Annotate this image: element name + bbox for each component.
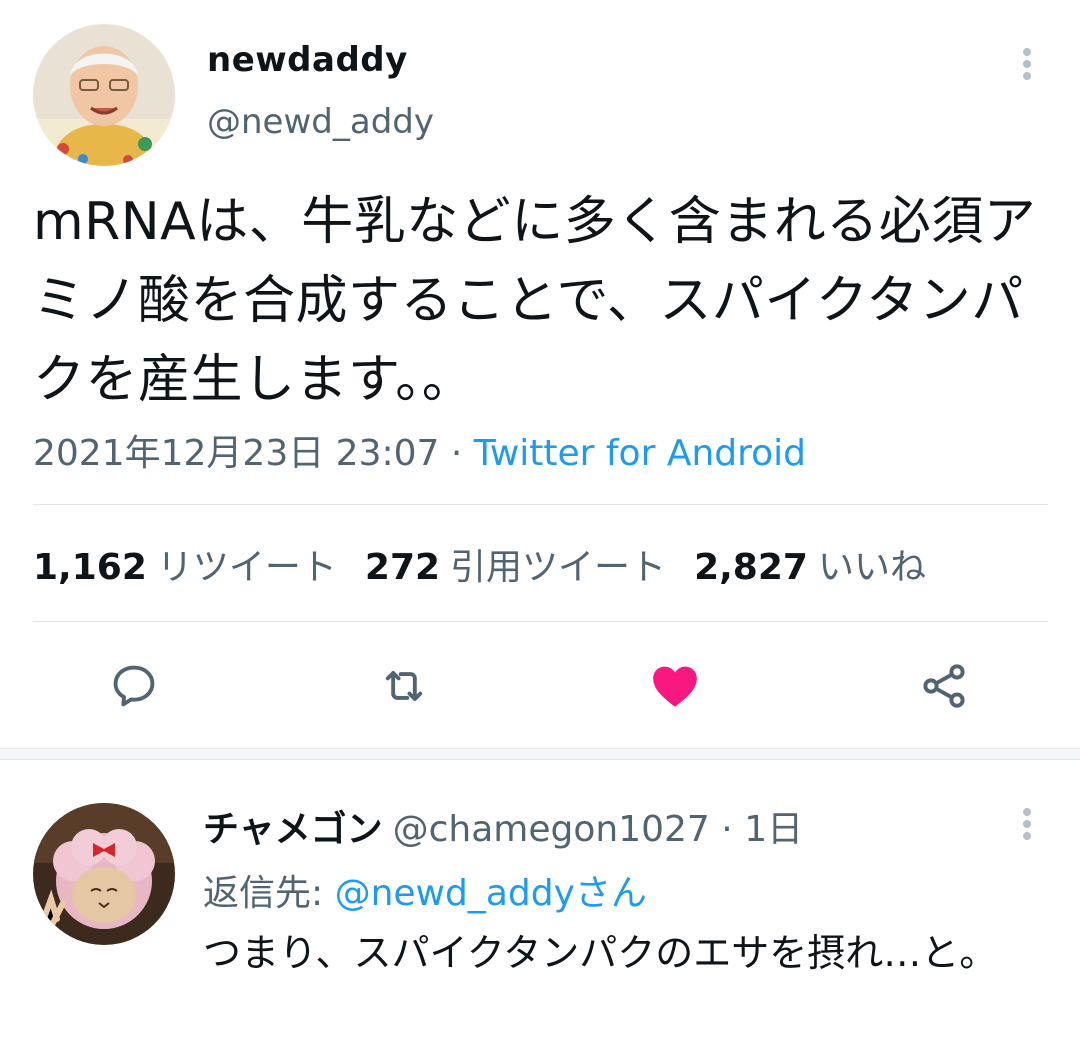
reply-to-label: 返信先: (203, 873, 335, 914)
reply-avatar-image (33, 803, 175, 945)
tweet-source-link[interactable]: Twitter for Android (474, 433, 806, 474)
reply-tweet[interactable]: チャメゴン @chamegon1027 · 1日 返信先: @newd_addyさ… (0, 760, 1080, 1045)
more-options-icon[interactable] (1013, 44, 1043, 84)
section-separator (0, 748, 1080, 760)
reply-icon (113, 665, 155, 707)
display-name[interactable]: newdaddy (207, 40, 408, 80)
like-button[interactable] (645, 650, 705, 722)
quotes-stat[interactable]: 272 引用ツイート (365, 547, 694, 588)
retweets-label: リツイート (156, 547, 337, 588)
likes-stat[interactable]: 2,827 いいね (694, 547, 954, 588)
reply-header: チャメゴン @chamegon1027 · 1日 (203, 800, 803, 852)
reply-more-options-icon[interactable] (1013, 804, 1043, 844)
retweet-icon (385, 671, 423, 701)
reply-text: つまり、スパイクタンパクのエサを摂れ…と。 (203, 931, 998, 975)
share-button[interactable] (914, 650, 974, 722)
likes-count: 2,827 (694, 547, 808, 588)
reply-to-handle-link[interactable]: @newd_addyさん (335, 873, 647, 914)
tweet-actions (0, 650, 1080, 722)
user-handle[interactable]: @newd_addy (207, 102, 434, 142)
share-icon (923, 664, 965, 708)
tweet-text: mRNAは、牛乳などに多く含まれる必須アミノ酸を合成することで、スパイクタンパク… (33, 192, 1037, 410)
meta-separator: · (439, 433, 474, 474)
heart-icon (653, 666, 697, 707)
user-avatar[interactable] (33, 24, 175, 166)
divider (33, 621, 1048, 622)
tweet-timestamp[interactable]: 2021年12月23日 23:07 (33, 433, 439, 474)
reply-display-name[interactable]: チャメゴン (203, 809, 383, 850)
retweets-stat[interactable]: 1,162 リツイート (33, 547, 365, 588)
quotes-count: 272 (364, 547, 441, 588)
tweet-stats: 1,162 リツイート 272 引用ツイート 2,827 いいね (33, 538, 954, 590)
avatar-image (33, 24, 175, 166)
reply-button[interactable] (104, 650, 164, 722)
divider (33, 504, 1048, 505)
retweet-button[interactable] (374, 650, 434, 722)
main-tweet: newdaddy @newd_addy mRNAは、牛乳などに多く含まれる必須ア… (0, 0, 1080, 748)
tweet-meta: 2021年12月23日 23:07 · Twitter for Android (33, 424, 806, 476)
reply-meta-separator: · (709, 809, 745, 850)
reply-age[interactable]: 1日 (744, 809, 803, 850)
likes-label: いいね (817, 547, 926, 588)
reply-to-line: 返信先: @newd_addyさん (203, 864, 647, 916)
quotes-label: 引用ツイート (450, 547, 667, 588)
reply-user-handle[interactable]: @chamegon1027 (393, 809, 710, 850)
reply-user-avatar[interactable] (33, 803, 175, 945)
retweets-count: 1,162 (33, 547, 147, 588)
